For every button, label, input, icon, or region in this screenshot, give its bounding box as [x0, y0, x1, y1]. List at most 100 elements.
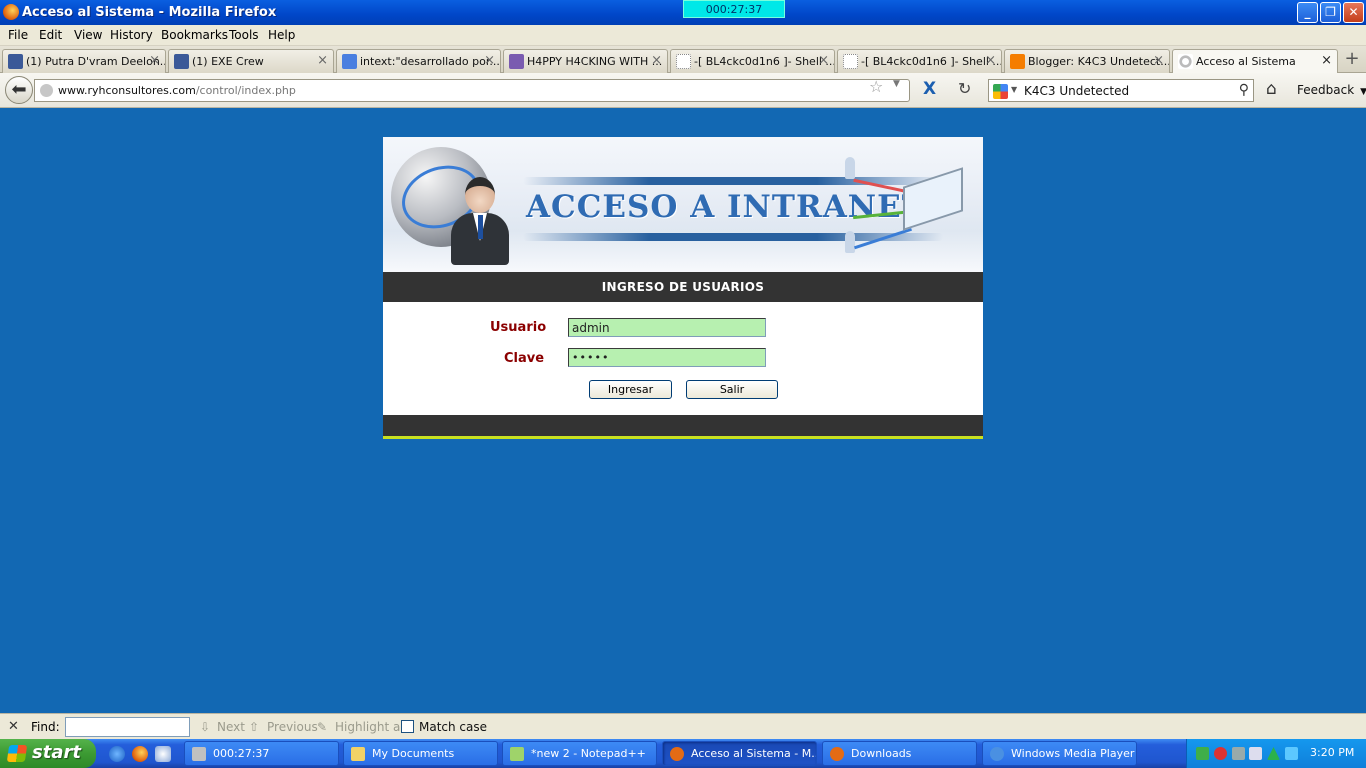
back-button[interactable]: ⬅ [5, 76, 33, 104]
match-case-checkbox[interactable] [401, 720, 414, 733]
menu-help[interactable]: Help [268, 28, 295, 42]
task-label: Acceso al Sistema - M... [691, 747, 817, 760]
tab-label: -[ BL4ckc0d1n6 ]- Shell ... [694, 55, 835, 68]
tab-blogger[interactable]: Blogger: K4C3 Undetect... × [1004, 49, 1170, 73]
menu-tools[interactable]: Tools [229, 28, 259, 42]
firefox-icon [3, 4, 19, 20]
tab-google-search[interactable]: intext:"desarrollado por... × [336, 49, 501, 73]
tab-label: intext:"desarrollado por... [360, 55, 500, 68]
menu-file[interactable]: File [8, 28, 28, 42]
close-find-bar-icon[interactable]: ✕ [8, 719, 19, 734]
tray-volume-icon[interactable] [1232, 747, 1245, 760]
google-search-engine-icon[interactable] [993, 84, 1008, 99]
address-bar[interactable]: www.ryhconsultores.com/control/index.php [34, 79, 910, 102]
username-label: Usuario [490, 320, 547, 335]
stop-icon[interactable]: X [923, 79, 936, 99]
system-tray: 3:20 PM [1186, 739, 1366, 768]
search-input[interactable]: K4C3 Undetected [1024, 84, 1129, 98]
tab-close-icon[interactable]: × [149, 53, 160, 68]
tab-label: -[ BL4ckc0d1n6 ]- Shell ... [861, 55, 1002, 68]
task-label: My Documents [372, 747, 455, 760]
arrow-up-icon: ⇧ [249, 720, 260, 734]
taskbar-item-notepad[interactable]: *new 2 - Notepad++ [502, 741, 657, 766]
tab-happy-hacking[interactable]: H4PPY H4CKING WITH ... × [503, 49, 668, 73]
firefox-icon [670, 747, 684, 761]
tab-close-icon[interactable]: × [1153, 53, 1164, 68]
tab-close-icon[interactable]: × [1321, 53, 1332, 68]
tray-record-icon[interactable] [1214, 747, 1227, 760]
find-next-button[interactable]: Next [217, 720, 245, 734]
minimize-button[interactable]: _ [1297, 2, 1318, 23]
menu-view[interactable]: View [74, 28, 102, 42]
task-label: Downloads [851, 747, 912, 760]
restore-button[interactable]: ❐ [1320, 2, 1341, 23]
tab-label: Acceso al Sistema [1196, 55, 1296, 68]
bookmark-star-icon[interactable]: ☆ [869, 77, 883, 96]
taskbar-item-my-documents[interactable]: My Documents [343, 741, 498, 766]
tab-close-icon[interactable]: × [484, 53, 495, 68]
start-button[interactable]: start [0, 739, 96, 768]
match-case-label[interactable]: Match case [419, 720, 487, 734]
tray-network-icon[interactable] [1249, 747, 1262, 760]
site-favicon-icon [509, 54, 524, 69]
highlight-all-button[interactable]: Highlight all [335, 720, 407, 734]
home-icon[interactable]: ⌂ [1266, 79, 1277, 99]
url-text: www.ryhconsultores.com/control/index.php [58, 84, 296, 97]
reload-icon[interactable]: ↻ [958, 79, 971, 98]
tab-close-icon[interactable]: × [818, 53, 829, 68]
tab-putra[interactable]: (1) Putra D'vram Deelon... × [2, 49, 166, 73]
task-label: Windows Media Player [1011, 747, 1135, 760]
facebook-icon [8, 54, 23, 69]
feedback-button[interactable]: Feedback ▼ [1297, 83, 1366, 97]
taskbar-clock[interactable]: 3:20 PM [1310, 746, 1354, 759]
exit-button[interactable]: Salir [686, 380, 778, 399]
tab-shell-2[interactable]: -[ BL4ckc0d1n6 ]- Shell ... × [837, 49, 1002, 73]
tab-label: Blogger: K4C3 Undetect... [1028, 55, 1170, 68]
tab-shell-1[interactable]: -[ BL4ckc0d1n6 ]- Shell ... × [670, 49, 835, 73]
internet-explorer-icon[interactable] [109, 746, 125, 762]
menu-edit[interactable]: Edit [39, 28, 62, 42]
tray-drive-icon[interactable] [1267, 747, 1280, 760]
menu-history[interactable]: History [110, 28, 153, 42]
page-viewport: ACCESO A INTRANET INGRESO DE USUARIOS Us… [0, 108, 1366, 713]
quicklaunch-app-icon[interactable] [155, 746, 171, 762]
google-icon [342, 54, 357, 69]
taskbar-item-downloads[interactable]: Downloads [822, 741, 977, 766]
tab-close-icon[interactable]: × [651, 53, 662, 68]
submit-button[interactable]: Ingresar [589, 380, 672, 399]
tab-exe-crew[interactable]: (1) EXE Crew × [168, 49, 334, 73]
taskbar-item-media-player[interactable]: Windows Media Player [982, 741, 1137, 766]
window-title: Acceso al Sistema - Mozilla Firefox [22, 5, 277, 20]
find-input[interactable] [65, 717, 190, 737]
taskbar-item-firefox-acceso[interactable]: Acceso al Sistema - M... [662, 741, 817, 766]
search-engine-dropdown-icon[interactable]: ▼ [1011, 85, 1017, 94]
site-identity-icon[interactable] [40, 84, 53, 97]
menu-bookmarks[interactable]: Bookmarks [161, 28, 228, 42]
recording-timer: 000:27:37 [683, 0, 785, 18]
computer-icon [192, 747, 206, 761]
intranet-banner: ACCESO A INTRANET [383, 137, 983, 272]
tab-label: (1) Putra D'vram Deelon... [26, 55, 166, 68]
tray-shield-icon[interactable] [1196, 747, 1209, 760]
tray-monitor-icon[interactable] [1285, 747, 1298, 760]
find-previous-button[interactable]: Previous [267, 720, 318, 734]
tab-acceso-al-sistema[interactable]: Acceso al Sistema × [1172, 49, 1338, 74]
firefox-quicklaunch-icon[interactable] [132, 746, 148, 762]
businessman-icon [449, 177, 513, 269]
new-tab-button[interactable]: + [1340, 49, 1364, 71]
close-button[interactable]: ✕ [1343, 2, 1364, 23]
tab-close-icon[interactable]: × [317, 53, 328, 68]
taskbar-item-timer[interactable]: 000:27:37 [184, 741, 339, 766]
find-label: Find: [31, 720, 60, 734]
tab-close-icon[interactable]: × [985, 53, 996, 68]
panel-footer-accent [383, 436, 983, 439]
tab-strip: (1) Putra D'vram Deelon... × (1) EXE Cre… [0, 46, 1366, 74]
find-bar: ✕ Find: ⇩ Next ⇧ Previous ✎ Highlight al… [0, 713, 1366, 739]
username-field[interactable]: admin [568, 318, 766, 337]
search-bar[interactable]: ▼ K4C3 Undetected ⚲ [988, 79, 1254, 102]
search-icon[interactable]: ⚲ [1239, 82, 1249, 98]
firefox-icon [830, 747, 844, 761]
password-field[interactable]: ••••• [568, 348, 766, 367]
blogger-icon [1010, 54, 1025, 69]
url-dropdown-icon[interactable]: ▼ [893, 79, 900, 89]
